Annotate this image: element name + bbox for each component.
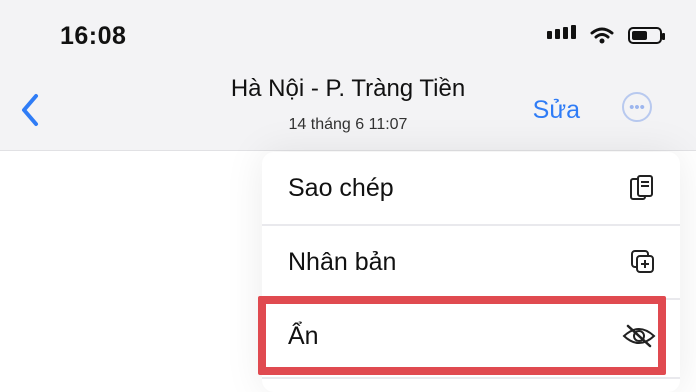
status-icons [547, 25, 665, 44]
status-time: 16:08 [60, 22, 127, 50]
wifi-icon [590, 27, 614, 44]
menu-item-label: Sao chép [288, 173, 394, 202]
menu-item-copy[interactable]: Sao chép [262, 152, 680, 224]
signal-icon [547, 25, 576, 39]
highlight-box [258, 296, 666, 375]
battery-icon [628, 26, 665, 44]
ellipsis-circle-icon: ••• [629, 98, 645, 116]
copy-icon [628, 173, 656, 203]
note-title: Hà Nội - P. Tràng Tiền [230, 75, 466, 102]
more-button[interactable]: ••• [622, 92, 652, 122]
note-date: 14 tháng 6 11:07 [288, 116, 408, 133]
menu-item-duplicate[interactable]: Nhân bản [262, 226, 680, 298]
edit-button[interactable]: Sửa [533, 96, 580, 125]
duplicate-icon [628, 247, 656, 277]
menu-divider [262, 377, 680, 379]
menu-item-label: Nhân bản [288, 247, 397, 276]
navigation-bar: 16:08 Hà Nội - P. Tràng Tiền 14 tháng 6 … [0, 0, 696, 151]
